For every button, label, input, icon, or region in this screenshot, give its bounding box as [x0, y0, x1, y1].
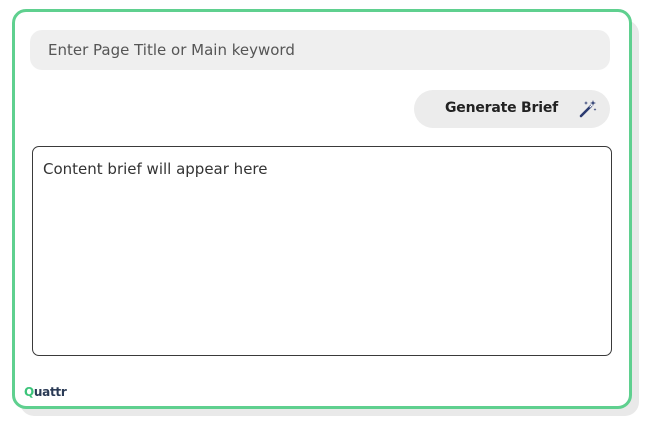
page-stage: Generate Brief Content brief will appear…	[0, 0, 650, 423]
content-brief-placeholder: Content brief will appear here	[43, 160, 268, 178]
generate-brief-button[interactable]: Generate Brief	[414, 90, 610, 128]
magic-wand-icon	[579, 100, 597, 118]
brief-generator-card: Generate Brief Content brief will appear…	[12, 9, 632, 409]
quattr-logo: Quattr	[24, 385, 67, 399]
logo-initial: Q	[24, 385, 34, 399]
page-title-keyword-input[interactable]	[30, 30, 610, 70]
content-brief-output[interactable]: Content brief will appear here	[32, 146, 612, 356]
generate-brief-label: Generate Brief	[445, 100, 559, 116]
logo-rest: uattr	[33, 385, 67, 399]
